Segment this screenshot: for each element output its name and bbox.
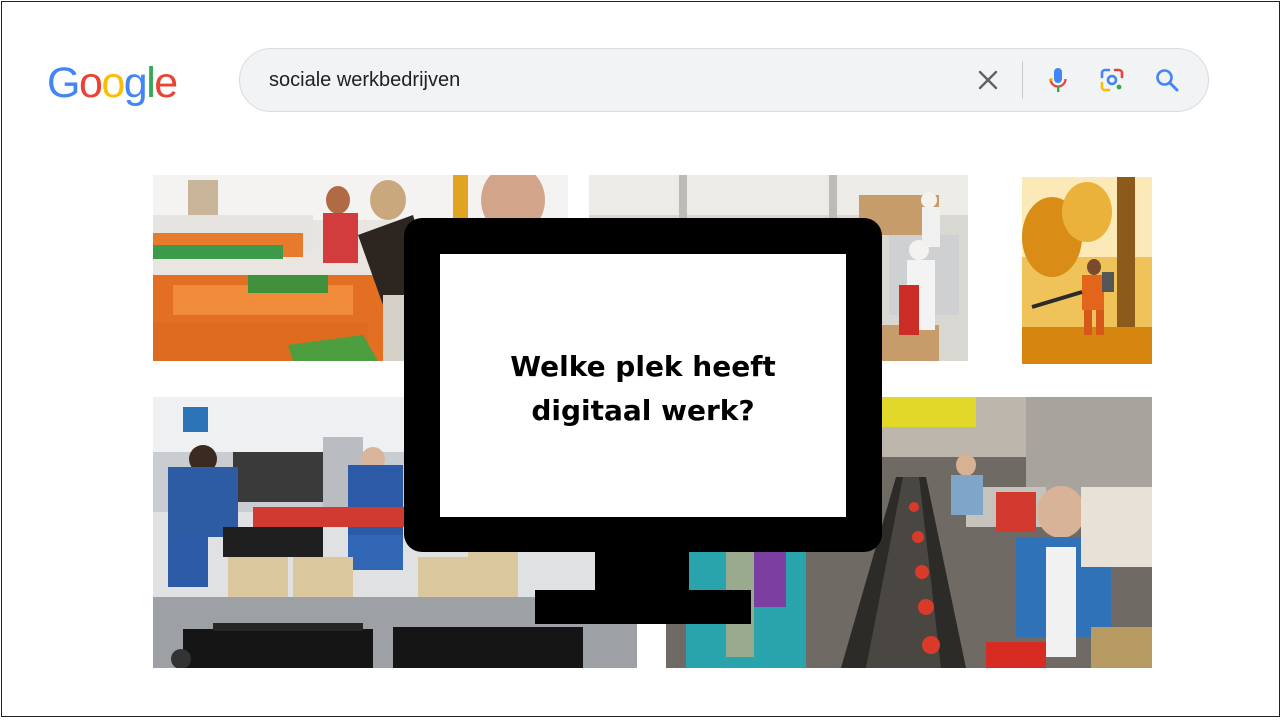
logo-letter: o — [101, 59, 125, 107]
monitor-screen: Welke plek heeft digitaal werk? — [440, 254, 846, 517]
google-logo[interactable]: Google — [47, 58, 178, 108]
logo-letter: l — [146, 59, 156, 107]
logo-letter: e — [154, 59, 178, 107]
logo-letter: g — [123, 59, 148, 107]
close-icon[interactable] — [973, 65, 1003, 95]
overlay-question: Welke plek heeft digitaal werk? — [510, 349, 776, 427]
search-input[interactable] — [269, 49, 949, 111]
logo-letter: G — [47, 59, 80, 107]
logo-letter: o — [78, 59, 103, 107]
monitor-neck — [595, 552, 689, 592]
microphone-icon[interactable] — [1043, 65, 1073, 95]
search-icon[interactable] — [1152, 65, 1182, 95]
lens-icon[interactable] — [1097, 65, 1127, 95]
monitor-stand — [535, 590, 751, 624]
autumn-leafblower-photo[interactable] — [1022, 177, 1152, 364]
search-bar[interactable] — [239, 48, 1209, 112]
search-divider — [1022, 61, 1023, 99]
